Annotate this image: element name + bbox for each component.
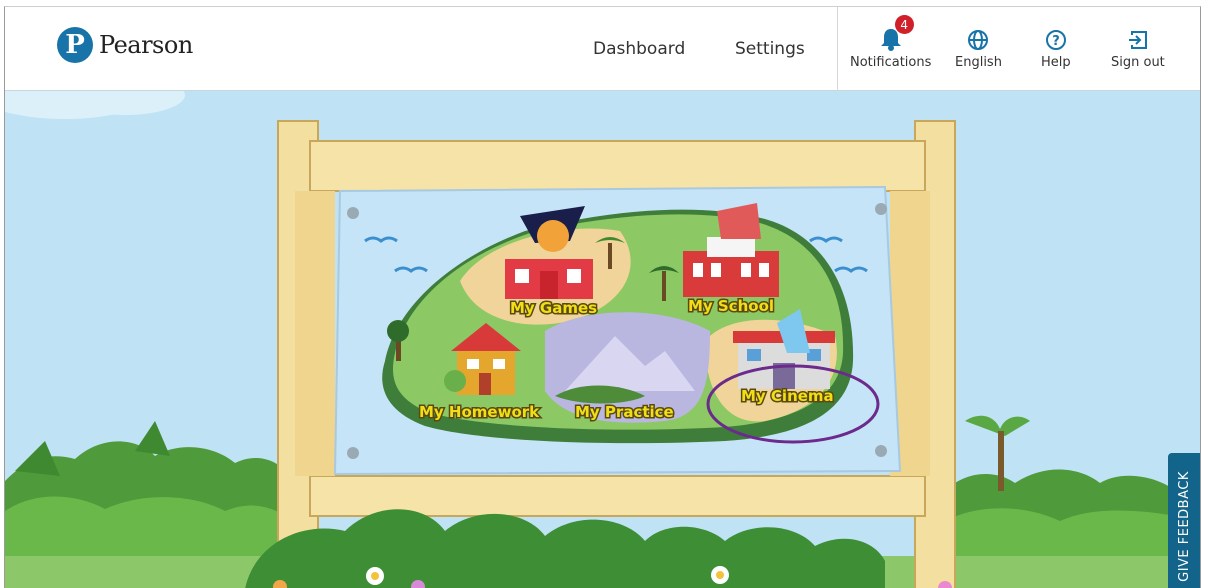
pearson-logo[interactable]: P Pearson <box>57 27 193 63</box>
notifications-button[interactable]: 4 Notifications <box>850 15 932 70</box>
notifications-label: Notifications <box>850 55 932 70</box>
my-school-label[interactable]: My School <box>687 296 776 317</box>
my-games-label[interactable]: My Games <box>509 298 599 319</box>
give-feedback-button[interactable]: GIVE FEEDBACK <box>1168 453 1200 588</box>
signout-label: Sign out <box>1111 55 1165 70</box>
dashboard-link[interactable]: Dashboard <box>593 39 685 59</box>
app-frame: P Pearson Dashboard Settings 4 Notificat… <box>4 6 1201 588</box>
signout-button[interactable]: Sign out <box>1111 21 1165 70</box>
help-button[interactable]: ? Help <box>1041 21 1071 70</box>
island-scene: My Games My School My Homework My Practi… <box>5 91 1200 588</box>
settings-link[interactable]: Settings <box>735 39 805 59</box>
notification-count-badge: 4 <box>894 15 914 34</box>
language-label: English <box>955 55 1002 70</box>
top-header: P Pearson Dashboard Settings 4 Notificat… <box>5 7 1200 91</box>
svg-text:?: ? <box>1052 34 1060 49</box>
my-homework-label[interactable]: My Homework <box>418 402 542 423</box>
header-divider <box>837 7 838 91</box>
sign-out-icon <box>1127 21 1149 51</box>
bell-icon: 4 <box>880 15 914 51</box>
help-label: Help <box>1041 55 1071 70</box>
globe-icon <box>967 21 989 51</box>
give-feedback-label: GIVE FEEDBACK <box>1176 470 1192 582</box>
help-icon: ? <box>1045 21 1067 51</box>
my-practice-label[interactable]: My Practice <box>574 402 676 423</box>
scene-illustration: My Games My School My Homework My Practi… <box>5 91 1200 588</box>
my-cinema-label[interactable]: My Cinema <box>740 386 836 407</box>
language-button[interactable]: English <box>955 21 1002 70</box>
pearson-logo-icon: P <box>57 27 93 63</box>
brand-name: Pearson <box>99 31 193 59</box>
